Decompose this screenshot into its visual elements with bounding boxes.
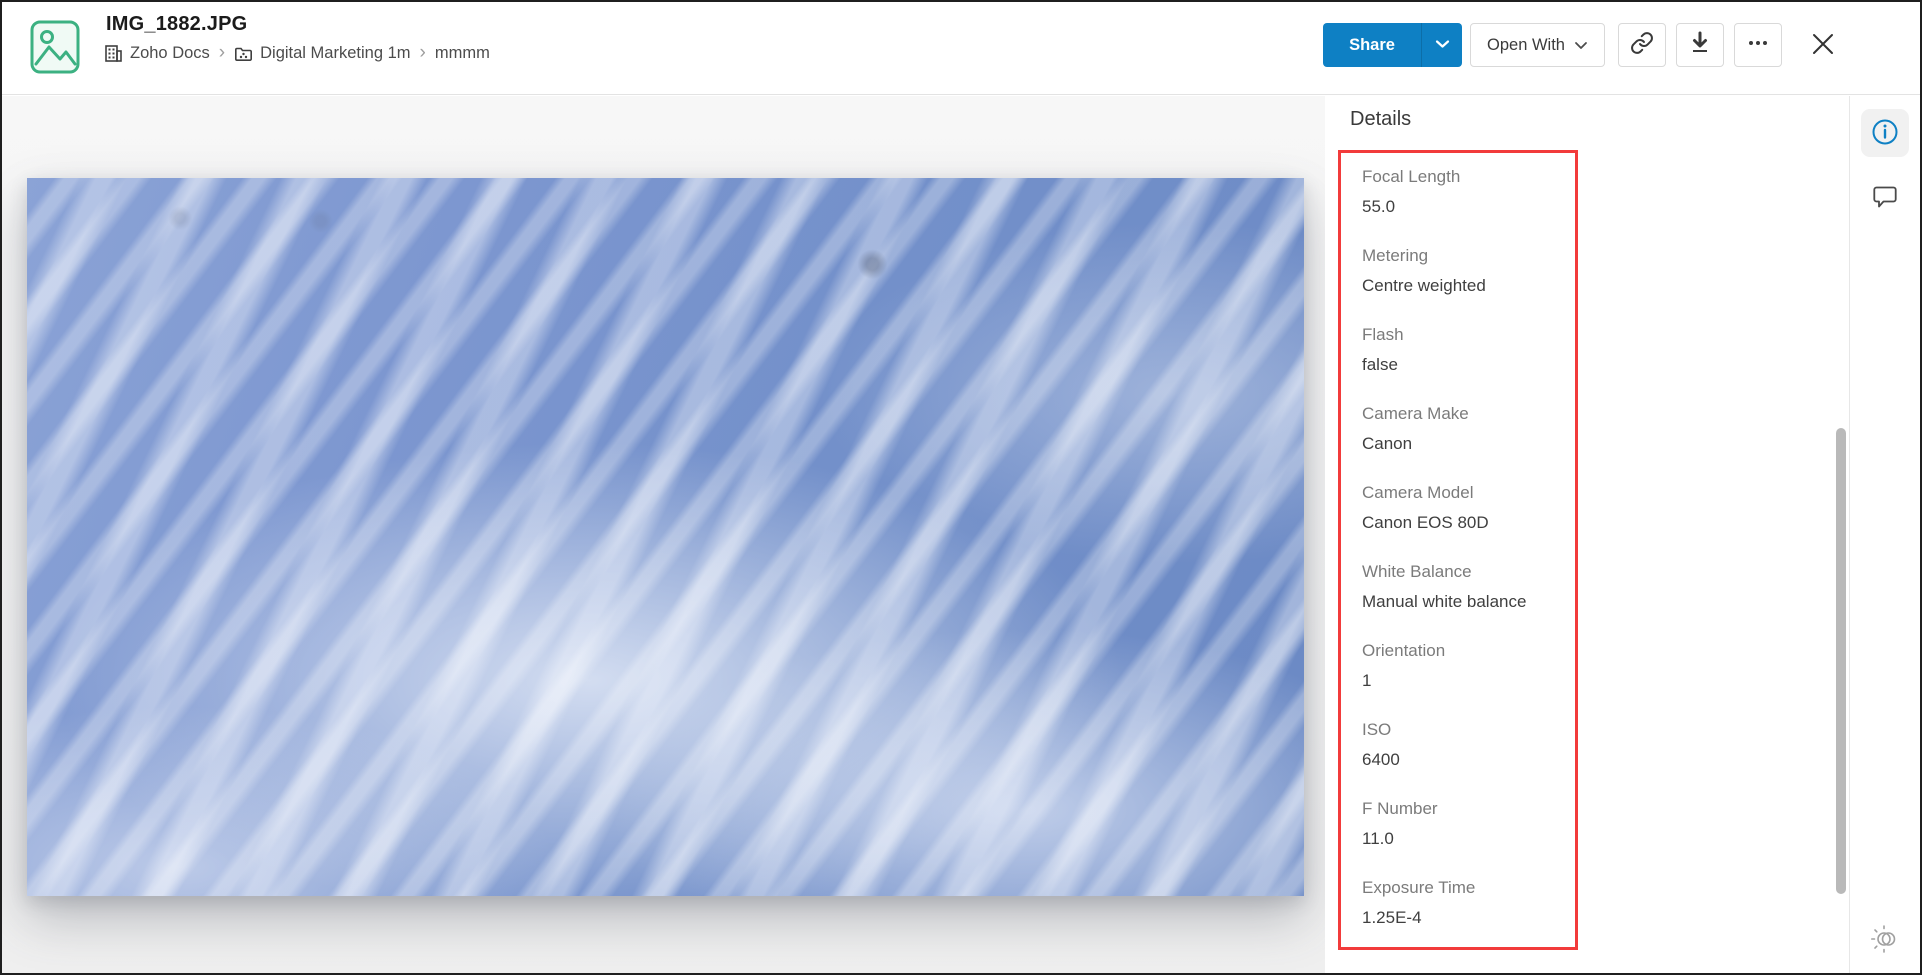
detail-field-label: F Number bbox=[1362, 799, 1438, 818]
detail-field: F Number 11.0 bbox=[1362, 798, 1565, 850]
detail-field: ISO 6400 bbox=[1362, 719, 1565, 771]
detail-field-label: Exposure Time bbox=[1362, 878, 1476, 897]
breadcrumb-item-digital-marketing[interactable]: Digital Marketing 1m bbox=[234, 44, 411, 63]
detail-field-value: Canon EOS 80D bbox=[1362, 513, 1489, 532]
image-file-icon bbox=[30, 20, 80, 74]
detail-field: Orientation 1 bbox=[1362, 640, 1565, 692]
detail-field-label: White Balance bbox=[1362, 562, 1472, 581]
details-scrollbar[interactable] bbox=[1836, 428, 1846, 894]
theme-toggle-icon bbox=[1870, 924, 1900, 956]
team-folder-icon bbox=[234, 44, 253, 63]
theme-toggle-button[interactable] bbox=[1861, 916, 1909, 964]
download-button[interactable] bbox=[1676, 23, 1724, 67]
more-icon bbox=[1746, 31, 1770, 60]
detail-field-label: ISO bbox=[1362, 720, 1392, 739]
detail-field: Metering Centre weighted bbox=[1362, 245, 1565, 297]
detail-field-value: false bbox=[1362, 355, 1398, 374]
download-icon bbox=[1688, 31, 1712, 60]
info-button[interactable] bbox=[1861, 109, 1909, 157]
detail-field-label: Camera Model bbox=[1362, 483, 1474, 502]
share-button[interactable]: Share bbox=[1323, 23, 1421, 67]
detail-field: White Balance Manual white balance bbox=[1362, 561, 1565, 613]
details-heading: Details bbox=[1350, 108, 1412, 130]
share-dropdown-button[interactable] bbox=[1421, 23, 1462, 67]
page-title: IMG_1882.JPG bbox=[106, 13, 248, 35]
right-toolbar bbox=[1849, 96, 1920, 973]
more-options-button[interactable] bbox=[1734, 23, 1782, 67]
details-panel: Details Focal Length 55.0 Metering Centre w… bbox=[1325, 96, 1849, 973]
comments-button[interactable] bbox=[1861, 174, 1909, 222]
detail-field: Camera Make Canon bbox=[1362, 403, 1565, 455]
comment-icon bbox=[1871, 184, 1899, 213]
detail-field: Flash false bbox=[1362, 324, 1565, 376]
breadcrumb-item-zoho-docs[interactable]: Zoho Docs bbox=[104, 44, 210, 63]
breadcrumb-item-mmmm[interactable]: mmmm bbox=[435, 44, 490, 63]
image-viewer-canvas bbox=[2, 96, 1325, 973]
detail-field: Camera Model Canon EOS 80D bbox=[1362, 482, 1565, 534]
detail-field-value: 11.0 bbox=[1362, 829, 1394, 848]
detail-field-label: Camera Make bbox=[1362, 404, 1469, 423]
header: IMG_1882.JPG Zoho Docs › Digital Marketi… bbox=[2, 2, 1920, 95]
open-with-button[interactable]: Open With bbox=[1470, 23, 1605, 67]
share-split-button: Share bbox=[1323, 23, 1462, 67]
copy-link-button[interactable] bbox=[1618, 23, 1666, 67]
breadcrumb-separator: › bbox=[419, 42, 426, 63]
detail-field-value: 1.25E-4 bbox=[1362, 908, 1422, 927]
detail-field-label: Focal Length bbox=[1362, 167, 1461, 186]
detail-field-value: 55.0 bbox=[1362, 197, 1396, 216]
breadcrumb-separator: › bbox=[218, 42, 226, 63]
info-icon bbox=[1871, 118, 1899, 149]
copy-link-icon bbox=[1630, 31, 1654, 60]
detail-field-label: Orientation bbox=[1362, 641, 1446, 660]
chevron-down-icon bbox=[1435, 36, 1450, 54]
details-highlight-box: Focal Length 55.0 Metering Centre weighted F… bbox=[1338, 150, 1578, 950]
building-icon bbox=[104, 44, 123, 63]
preview-image-clouds bbox=[27, 178, 1304, 896]
close-button[interactable] bbox=[1800, 23, 1846, 67]
close-icon bbox=[1810, 31, 1836, 60]
detail-field-value: Centre weighted bbox=[1362, 276, 1486, 295]
zoho-docs-image-preview-window: IMG_1882.JPG Zoho Docs › Digital Marketi… bbox=[0, 0, 1922, 975]
breadcrumb: Zoho Docs › Digital Marketing 1m › mmmm bbox=[104, 42, 490, 63]
detail-field: Focal Length 55.0 bbox=[1362, 166, 1565, 218]
detail-field-label: Flash bbox=[1362, 325, 1404, 344]
main-content: Details Focal Length 55.0 Metering Centre w… bbox=[2, 96, 1920, 973]
chevron-down-icon bbox=[1574, 36, 1588, 55]
detail-field-value: Canon bbox=[1362, 434, 1413, 453]
details-list: Focal Length 55.0 Metering Centre weighted F… bbox=[1362, 166, 1565, 929]
detail-field: Exposure Time 1.25E-4 bbox=[1362, 877, 1565, 929]
detail-field-label: Metering bbox=[1362, 246, 1429, 265]
detail-field-value: Manual white balance bbox=[1362, 592, 1527, 611]
detail-field-value: 6400 bbox=[1362, 750, 1400, 769]
detail-field-value: 1 bbox=[1362, 671, 1372, 690]
